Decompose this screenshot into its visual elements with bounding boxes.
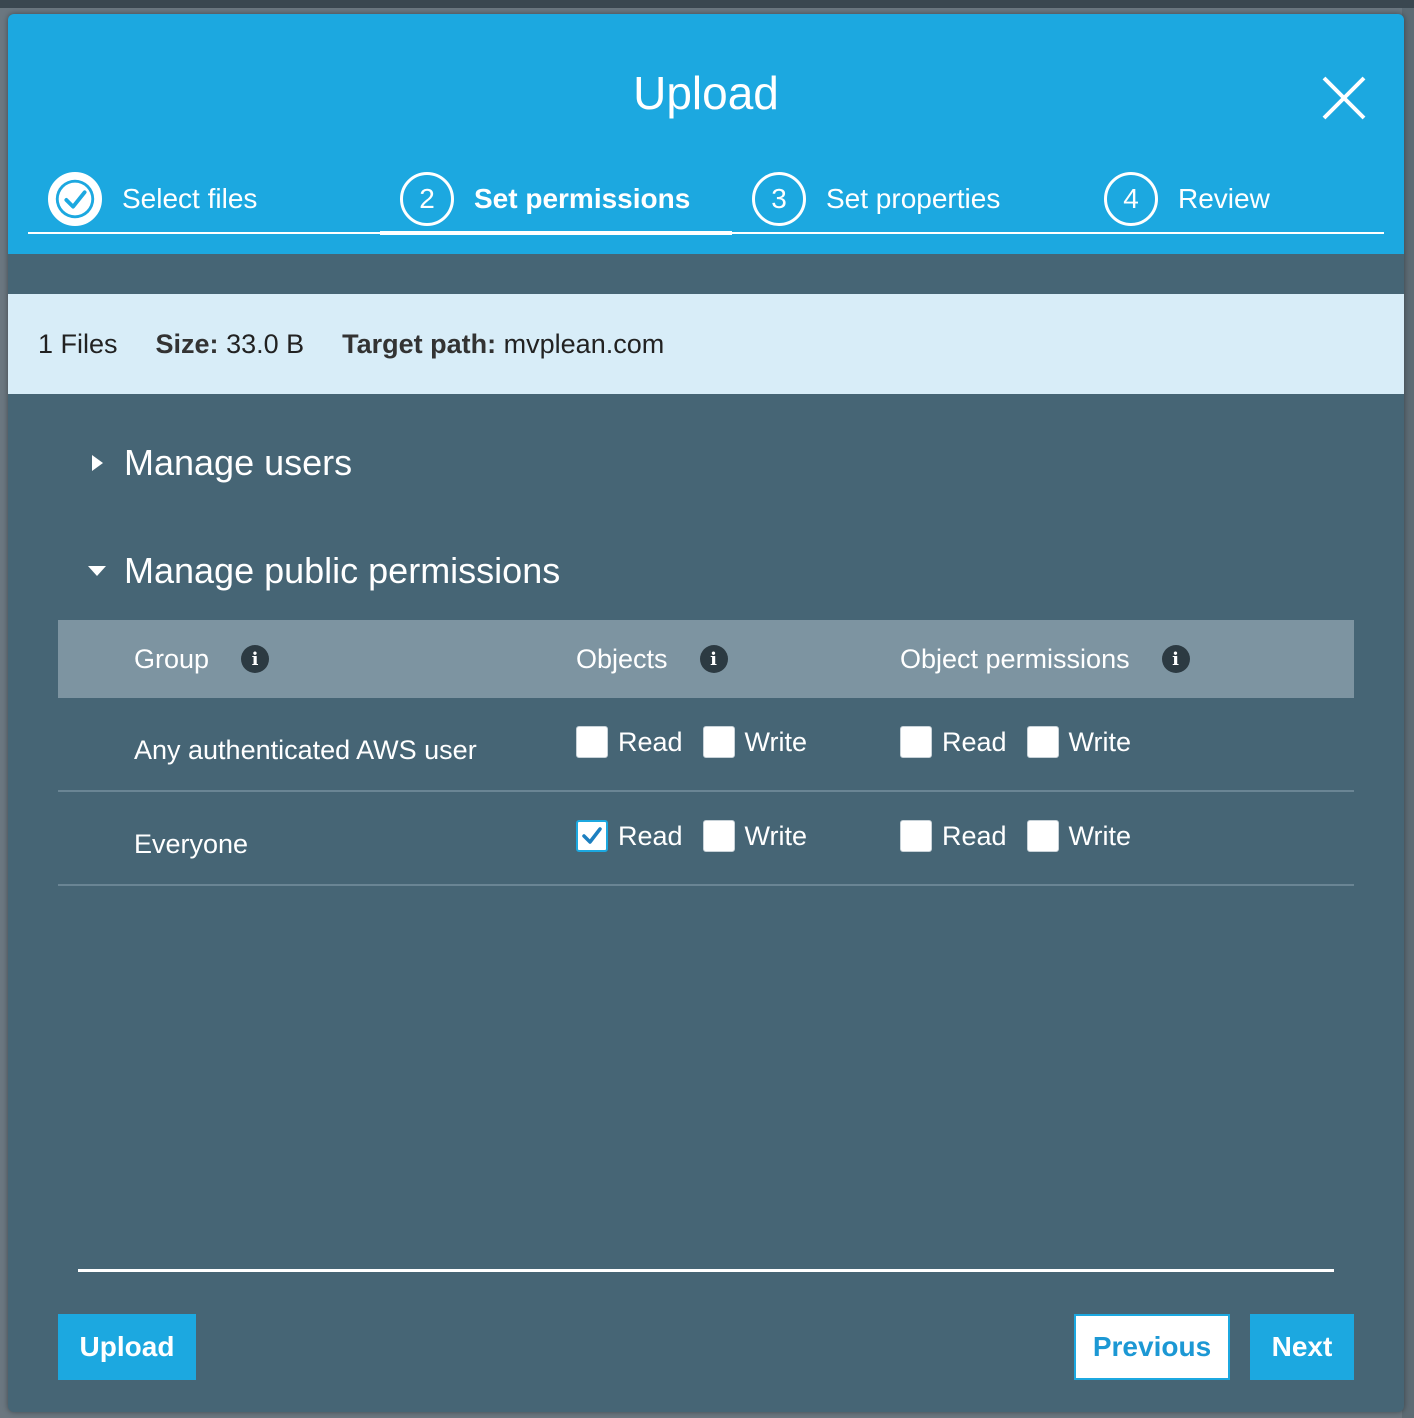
step-underline: [380, 231, 732, 235]
upload-modal: Upload Select files 2 Set permissions 3 …: [8, 14, 1404, 1412]
target-path: Target path: mvplean.com: [342, 328, 665, 359]
permissions-write-checkbox[interactable]: [1026, 726, 1059, 758]
step-underline: [28, 232, 380, 234]
header-group: Group i: [134, 620, 270, 698]
public-permissions-table: Group i Objects i Object permissions i A…: [58, 620, 1354, 886]
caret-right-icon: [92, 455, 103, 471]
objects-checkboxes: Read Write: [576, 726, 827, 758]
file-size: Size: 33.0 B: [155, 328, 305, 359]
step-set-permissions[interactable]: 2 Set permissions: [380, 164, 732, 235]
info-icon[interactable]: i: [699, 645, 728, 673]
info-icon[interactable]: i: [1161, 645, 1190, 673]
table-row: Any authenticated AWS user Read Write Re…: [58, 698, 1354, 792]
step-underline: [1084, 232, 1384, 234]
modal-title: Upload: [633, 67, 779, 119]
upload-button[interactable]: Upload: [58, 1314, 196, 1380]
objects-write-checkbox[interactable]: [702, 820, 735, 852]
previous-button[interactable]: Previous: [1074, 1314, 1230, 1380]
next-button[interactable]: Next: [1250, 1314, 1354, 1380]
checkmark-icon: [582, 827, 602, 844]
objects-read-checkbox[interactable]: [576, 820, 608, 852]
close-icon: [1322, 76, 1366, 120]
row-group-name: Any authenticated AWS user: [134, 734, 477, 765]
object-permissions-checkboxes: Read Write: [900, 726, 1151, 758]
permissions-read-checkbox[interactable]: [900, 726, 932, 758]
manage-public-permissions-label: Manage public permissions: [124, 550, 561, 591]
permissions-write-checkbox[interactable]: [1026, 820, 1059, 852]
step-label: Select files: [122, 183, 258, 214]
upload-summary: 1 Files Size: 33.0 B Target path: mvplea…: [8, 294, 1404, 394]
step-number-icon: 4: [1104, 172, 1158, 226]
objects-read-checkbox[interactable]: [576, 726, 608, 758]
step-check-icon: [48, 172, 102, 226]
wizard-steps: Select files 2 Set permissions 3 Set pro…: [28, 164, 1384, 235]
caret-down-icon: [88, 566, 106, 576]
header-objects: Objects i: [576, 620, 728, 698]
step-number-icon: 2: [400, 172, 454, 226]
manage-public-permissions-toggle[interactable]: Manage public permissions: [86, 550, 560, 592]
header-object-permissions: Object permissions i: [900, 620, 1190, 698]
modal-header: Upload Select files 2 Set permissions 3 …: [8, 14, 1404, 254]
step-set-properties[interactable]: 3 Set properties: [732, 164, 1084, 234]
step-label: Set properties: [826, 183, 1001, 214]
manage-users-label: Manage users: [124, 442, 353, 483]
background-top-bar: [0, 0, 1414, 8]
step-label: Review: [1178, 183, 1270, 214]
step-select-files[interactable]: Select files: [28, 164, 380, 234]
table-header: Group i Objects i Object permissions i: [58, 620, 1354, 698]
permissions-read-checkbox[interactable]: [900, 820, 932, 852]
row-group-name: Everyone: [134, 828, 249, 859]
file-count: 1 Files: [38, 328, 118, 359]
object-permissions-checkboxes: Read Write: [900, 820, 1151, 852]
step-underline: [732, 232, 1084, 234]
info-icon[interactable]: i: [241, 645, 270, 673]
objects-write-checkbox[interactable]: [702, 726, 735, 758]
objects-checkboxes: Read Write: [576, 820, 827, 852]
step-review[interactable]: 4 Review: [1084, 164, 1384, 234]
step-label: Set permissions: [474, 183, 691, 214]
step-number-icon: 3: [752, 172, 806, 226]
footer-divider: [78, 1269, 1334, 1272]
manage-users-toggle[interactable]: Manage users: [86, 442, 352, 484]
close-button[interactable]: [1316, 70, 1372, 126]
table-row: Everyone Read Write Read Write: [58, 792, 1354, 886]
